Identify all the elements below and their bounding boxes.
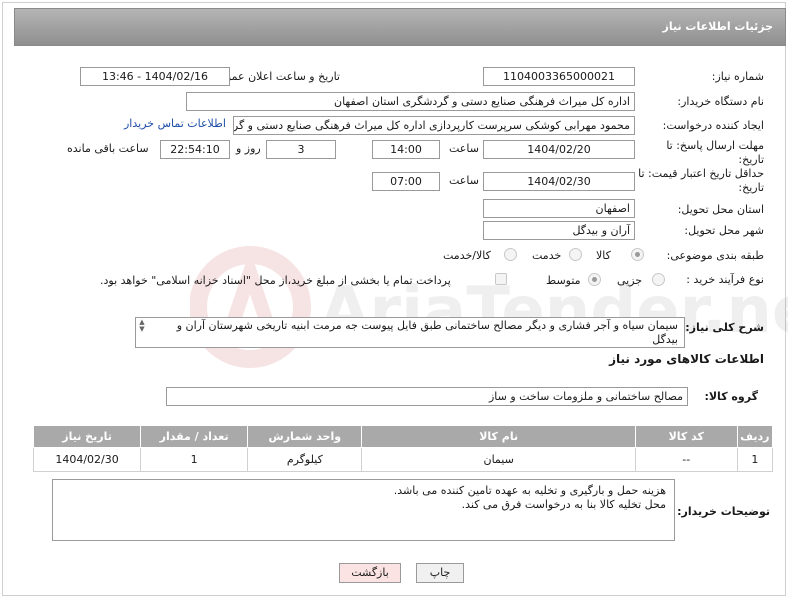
reply-time-field: 14:00 — [372, 140, 440, 159]
price-validity-label: حداقل تاریخ اعتبار قیمت: تا تاریخ: — [638, 167, 764, 194]
category-radio-goods-service[interactable] — [504, 248, 517, 261]
col-code: کد کالا — [634, 425, 738, 448]
buyer-notes-label: توضیحات خریدار: — [677, 505, 770, 518]
buyer-notes-line-1: هزینه حمل و بارگیری و تخلیه به عهده تامی… — [393, 484, 666, 497]
process-radio-minor[interactable] — [652, 273, 665, 286]
cell-date: 1404/02/30 — [32, 447, 142, 472]
validity-date-field: 1404/02/30 — [483, 172, 635, 191]
category-goods-label: کالا — [596, 249, 611, 262]
print-button[interactable]: چاپ — [416, 563, 464, 583]
reply-date-field: 1404/02/20 — [483, 140, 635, 159]
table-row: 1 -- سیمان کیلوگرم 1 1404/02/30 — [32, 447, 774, 472]
buyer-org-field: اداره کل میراث فرهنگی صنایع دستی و گردشگ… — [186, 92, 635, 111]
goods-table-header: ردیف کد کالا نام کالا واحد شمارش تعداد /… — [32, 425, 774, 448]
page-title: جزئیات اطلاعات نیاز — [662, 20, 774, 33]
scroll-arrows-icon[interactable]: ▲ ▼ — [137, 319, 147, 333]
treasury-payment-note: پرداخت تمام یا بخشی از مبلغ خرید،از محل … — [100, 274, 451, 287]
announce-datetime-field: 1404/02/16 - 13:46 — [80, 67, 230, 86]
cell-name: سیمان — [361, 447, 636, 472]
category-service-label: خدمت — [532, 249, 562, 262]
col-row: ردیف — [736, 425, 774, 448]
category-radio-goods[interactable] — [631, 248, 644, 261]
summary-textarea[interactable]: سیمان سیاه و آجر فشاری و دیگر مصالح ساخت… — [135, 317, 685, 348]
requester-label: ایجاد کننده درخواست: — [662, 119, 764, 132]
back-button[interactable]: بازگشت — [339, 563, 401, 583]
process-medium-label: متوسط — [546, 274, 581, 287]
category-label: طبقه بندی موضوعی: — [666, 249, 764, 262]
city-label: شهر محل تحویل: — [684, 224, 764, 237]
process-radio-medium[interactable] — [588, 273, 601, 286]
summary-label: شرح کلی نیاز: — [685, 321, 764, 334]
city-field: آران و بیدگل — [483, 221, 635, 240]
process-minor-label: جزیی — [617, 274, 643, 287]
requester-field: محمود مهرابی کوشکی سرپرست کارپردازی ادار… — [233, 116, 635, 135]
buyer-notes-textarea[interactable]: هزینه حمل و بارگیری و تخلیه به عهده تامی… — [52, 479, 675, 541]
day-and-label: روز و — [236, 142, 261, 155]
treasury-payment-checkbox[interactable] — [495, 273, 507, 285]
col-date: تاریخ نیاز — [32, 425, 142, 448]
province-field: اصفهان — [483, 199, 635, 218]
goods-info-heading: اطلاعات کالاهای مورد نیاز — [609, 352, 764, 366]
reply-days-field: 3 — [266, 140, 336, 159]
reply-hour-label: ساعت — [449, 142, 479, 155]
goods-group-field: مصالح ساختمانی و ملزومات ساخت و ساز — [166, 387, 688, 406]
buyer-notes-line-2: محل تخلیه کالا بنا به درخواست فرق می کند… — [461, 498, 666, 511]
contact-info-link[interactable]: اطلاعات تماس خریدار — [124, 117, 226, 130]
category-goods-service-label: کالا/خدمت — [443, 249, 491, 262]
province-label: استان محل تحویل: — [677, 203, 764, 216]
col-unit: واحد شمارش — [247, 425, 363, 448]
cell-qty: 1 — [140, 447, 249, 472]
cell-unit: کیلوگرم — [247, 447, 363, 472]
need-number-field: 1104003365000021 — [483, 67, 635, 86]
col-name: نام کالا — [361, 425, 636, 448]
goods-table: ردیف کد کالا نام کالا واحد شمارش تعداد /… — [32, 425, 774, 472]
reply-deadline-label: مهلت ارسال پاسخ: تا تاریخ: — [666, 139, 764, 166]
cell-code: -- — [634, 447, 738, 472]
buyer-org-label: نام دستگاه خریدار: — [677, 95, 764, 108]
remaining-time-field: 22:54:10 — [160, 140, 230, 159]
page-header: جزئیات اطلاعات نیاز — [14, 8, 786, 46]
validity-hour-label: ساعت — [449, 174, 479, 187]
col-qty: تعداد / مقدار — [140, 425, 249, 448]
cell-row: 1 — [736, 447, 774, 472]
goods-group-label: گروه کالا: — [704, 390, 758, 403]
category-radio-service[interactable] — [569, 248, 582, 261]
process-type-label: نوع فرآیند خرید : — [686, 273, 764, 286]
validity-time-field: 07:00 — [372, 172, 440, 191]
remaining-label: ساعت باقی مانده — [67, 142, 149, 155]
need-number-label: شماره نیاز: — [711, 70, 764, 83]
